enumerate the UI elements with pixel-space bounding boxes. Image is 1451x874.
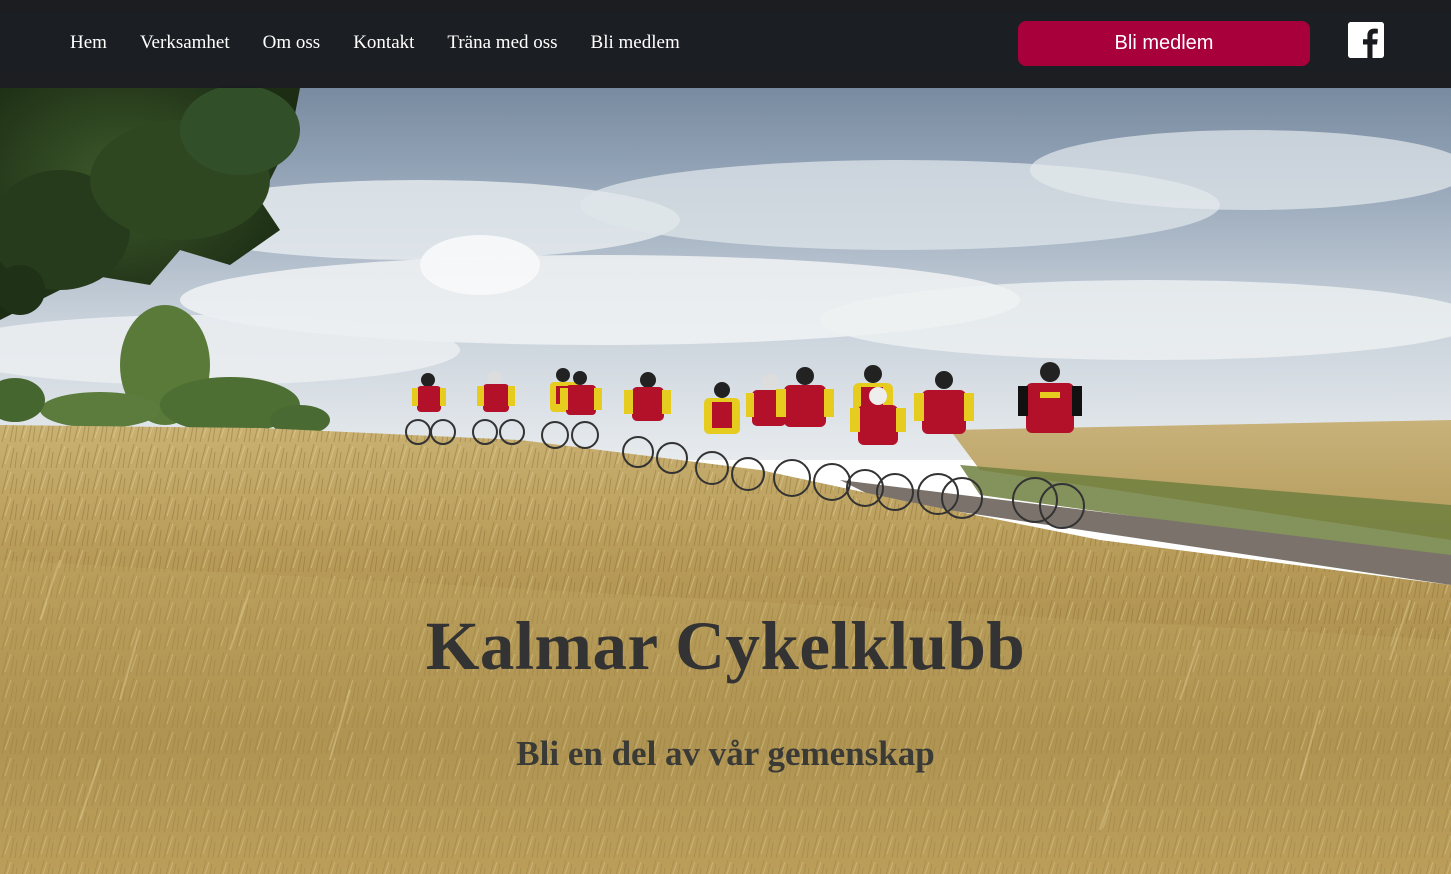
hero-subtitle: Bli en del av vår gemenskap <box>516 734 935 773</box>
nav-item-om-oss[interactable]: Om oss <box>263 32 321 54</box>
site-header: Hem Verksamhet Om oss Kontakt Träna med … <box>0 0 1451 88</box>
main-nav: Hem Verksamhet Om oss Kontakt Träna med … <box>70 32 713 54</box>
page: Hem Verksamhet Om oss Kontakt Träna med … <box>0 0 1451 874</box>
nav-item-verksamhet[interactable]: Verksamhet <box>140 32 230 54</box>
nav-item-hem[interactable]: Hem <box>70 32 107 54</box>
nav-item-bli-medlem[interactable]: Bli medlem <box>591 32 680 54</box>
nav-item-kontakt[interactable]: Kontakt <box>353 32 414 54</box>
nav-item-trana-med-oss[interactable]: Träna med oss <box>447 32 557 54</box>
facebook-icon[interactable] <box>1348 22 1384 58</box>
hero-title: Kalmar Cykelklubb <box>425 608 1026 684</box>
join-button[interactable]: Bli medlem <box>1018 21 1310 66</box>
